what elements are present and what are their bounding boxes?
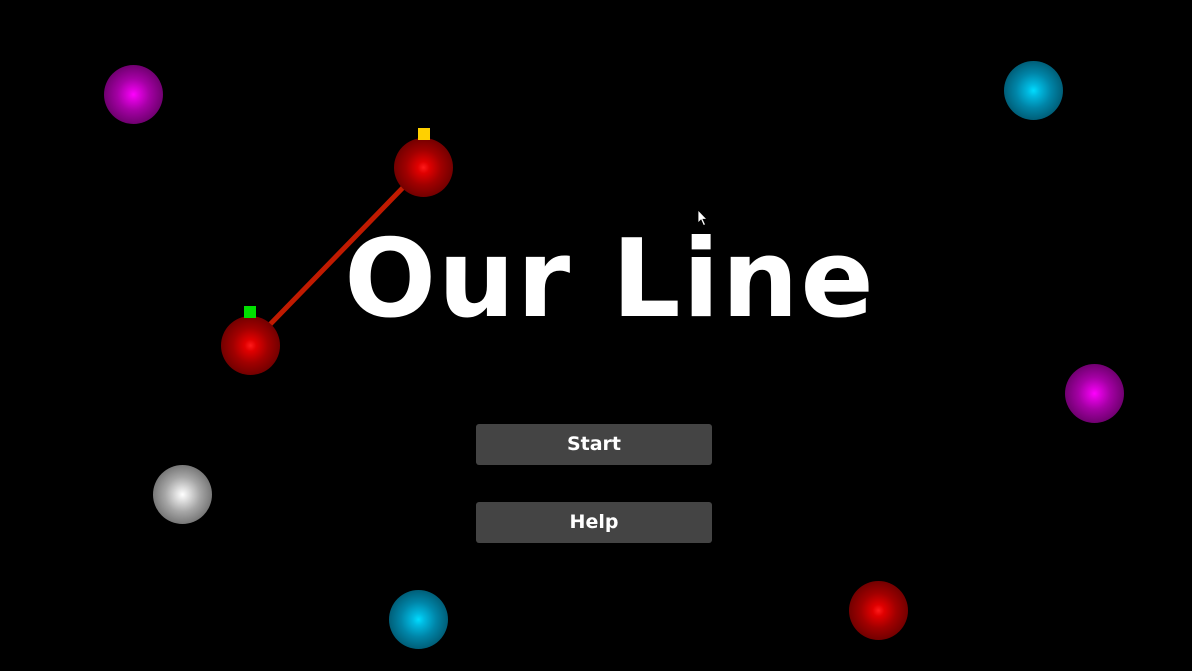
start-button[interactable]: Start [476, 424, 712, 465]
orb-red-line-end [394, 138, 453, 197]
mouse-cursor-icon [697, 209, 708, 227]
orb-red-line-start [221, 316, 280, 375]
help-button[interactable]: Help [476, 502, 712, 543]
marker-start-green [244, 306, 256, 318]
game-canvas: Our Line Start Help [0, 0, 1192, 671]
marker-end-yellow [418, 128, 430, 140]
game-title: Our Line [344, 217, 876, 342]
